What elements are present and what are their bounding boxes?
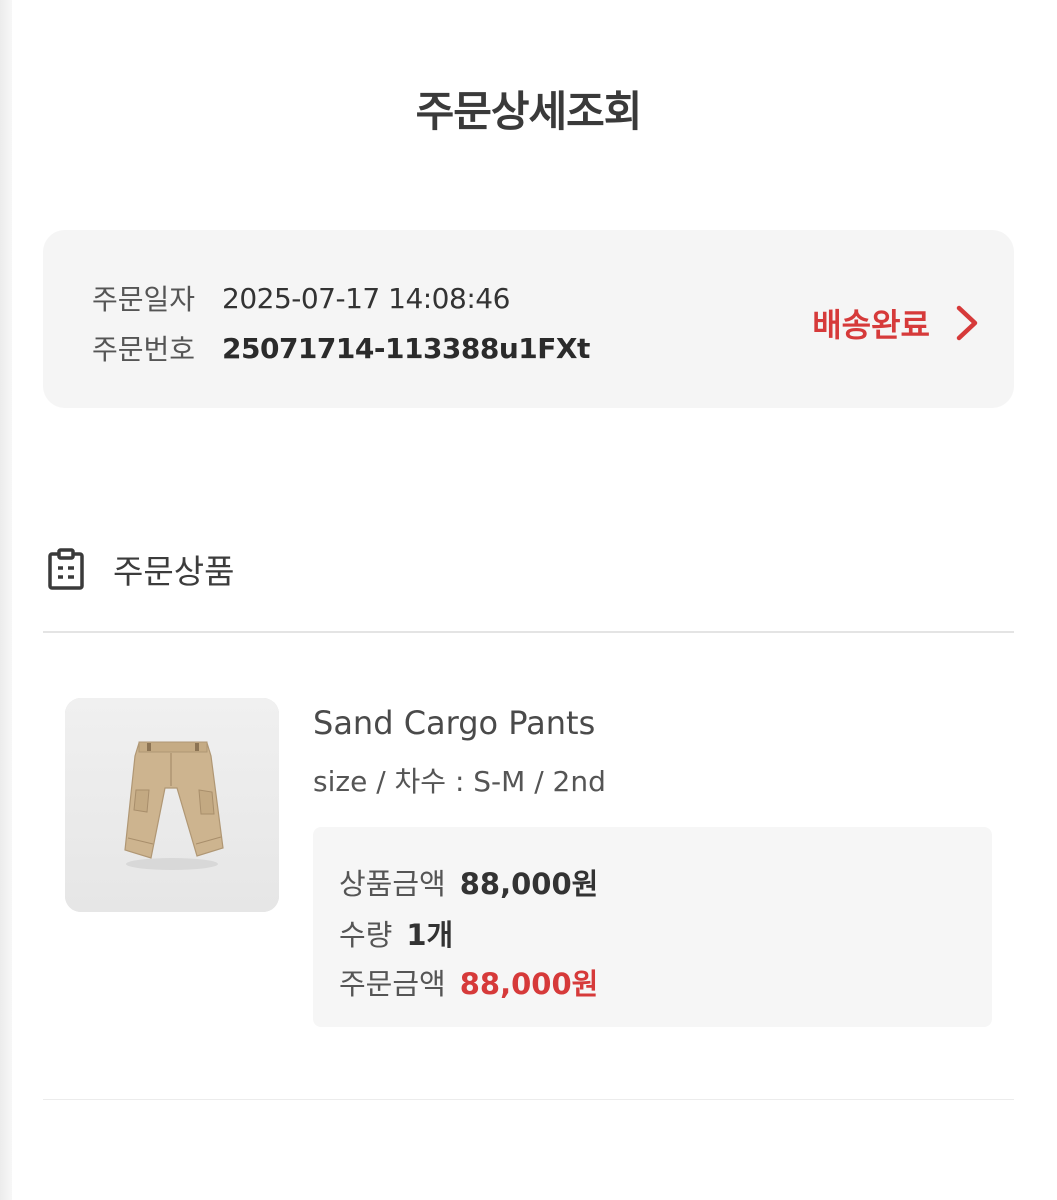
page-title: 주문상세조회 (415, 87, 643, 136)
quantity-value: 1개 (406, 918, 454, 952)
quantity-row: 수량 1개 (339, 912, 453, 954)
order-date-label: 주문일자 (92, 283, 196, 316)
order-number-row: 주문번호 25071714-113388u1FXt (92, 328, 590, 368)
section-divider (43, 631, 1014, 633)
order-date-row: 주문일자 2025-07-17 14:08:46 (92, 278, 510, 318)
order-total-label: 주문금액 (339, 967, 446, 1001)
order-summary-card: 주문일자 2025-07-17 14:08:46 주문번호 25071714-1… (43, 230, 1014, 408)
order-items-title: 주문상품 (113, 552, 235, 591)
bottom-divider (43, 1099, 1014, 1100)
product-name[interactable]: Sand Cargo Pants (313, 704, 595, 742)
product-price-label: 상품금액 (339, 867, 446, 901)
order-number-label: 주문번호 (92, 333, 196, 366)
order-number-value: 25071714-113388u1FXt (222, 331, 590, 365)
product-option: size / 차수 : S-M / 2nd (313, 765, 606, 798)
product-price-row: 상품금액 88,000원 (339, 861, 598, 903)
chevron-right-icon (956, 305, 978, 341)
left-edge-shadow (0, 0, 12, 1200)
order-total-row: 주문금액 88,000원 (339, 961, 598, 1003)
order-total-value: 88,000원 (459, 967, 599, 1001)
delivery-status-link[interactable]: 배송완료 (812, 300, 984, 346)
cargo-pants-image (65, 698, 279, 912)
delivery-status-label: 배송완료 (812, 306, 930, 344)
order-date-value: 2025-07-17 14:08:46 (222, 281, 510, 315)
price-summary-box: 상품금액 88,000원 수량 1개 주문금액 88,000원 (313, 827, 992, 1027)
order-items-header: 주문상품 (47, 545, 234, 593)
clipboard-icon (48, 548, 84, 590)
product-price-value: 88,000원 (459, 867, 599, 901)
product-thumbnail[interactable] (65, 698, 279, 912)
quantity-label: 수량 (339, 918, 393, 952)
